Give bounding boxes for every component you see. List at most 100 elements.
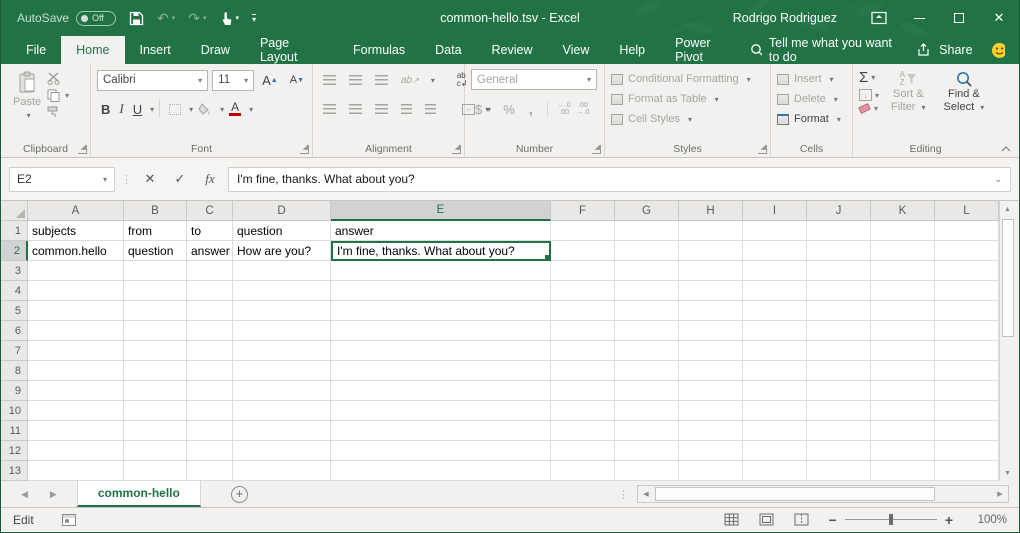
increase-indent-button[interactable] [421, 98, 440, 120]
scroll-up-icon[interactable]: ▲ [1000, 201, 1015, 217]
sheet-tab-common-hello[interactable]: common-hello [77, 481, 201, 507]
zoom-out-button[interactable]: − [829, 512, 837, 528]
undo-dropdown-icon[interactable]: ▾ [172, 14, 176, 22]
cell[interactable] [679, 441, 743, 461]
cell[interactable] [187, 361, 233, 381]
cell[interactable] [331, 461, 551, 481]
cell[interactable] [743, 221, 807, 241]
fill-button[interactable]: ↓▾ [859, 89, 879, 101]
name-box[interactable]: E2 ▾ [9, 167, 115, 192]
tab-formulas[interactable]: Formulas [338, 36, 420, 64]
cell[interactable] [551, 321, 615, 341]
cell[interactable] [679, 241, 743, 261]
cell[interactable] [551, 341, 615, 361]
cell[interactable] [679, 261, 743, 281]
conditional-formatting-button[interactable]: Conditional Formatting▾ [611, 69, 766, 89]
cell[interactable] [551, 281, 615, 301]
cell[interactable] [331, 441, 551, 461]
cell[interactable] [743, 301, 807, 321]
cell[interactable] [331, 381, 551, 401]
bottom-align-button[interactable] [371, 69, 392, 91]
cell[interactable] [615, 341, 679, 361]
font-size-select[interactable]: 11▾ [212, 70, 254, 91]
cell[interactable] [187, 441, 233, 461]
tab-home[interactable]: Home [61, 36, 124, 64]
fill-color-button[interactable] [194, 98, 216, 120]
row-header-9[interactable]: 9 [1, 381, 28, 401]
cell[interactable] [551, 381, 615, 401]
cell[interactable] [935, 221, 999, 241]
cell[interactable] [28, 341, 124, 361]
cell[interactable] [807, 321, 871, 341]
cell[interactable] [615, 441, 679, 461]
column-header-f[interactable]: F [551, 201, 615, 221]
row-header-8[interactable]: 8 [1, 361, 28, 381]
cell[interactable] [807, 361, 871, 381]
cell[interactable] [807, 461, 871, 481]
autosum-button[interactable]: Σ▾ [859, 69, 879, 86]
cell[interactable] [871, 461, 935, 481]
row-header-2-selected[interactable]: 2 [1, 241, 28, 261]
cell[interactable] [187, 261, 233, 281]
percent-button[interactable]: % [499, 98, 519, 120]
paste-button[interactable]: Paste ▾ [7, 69, 47, 122]
next-sheet-icon[interactable]: ▶ [50, 489, 57, 500]
cell[interactable] [187, 401, 233, 421]
align-center-button[interactable] [345, 98, 366, 120]
tab-view[interactable]: View [548, 36, 605, 64]
cell[interactable] [871, 321, 935, 341]
column-header-a[interactable]: A [28, 201, 124, 221]
active-cell-e2[interactable]: I'm fine, thanks. What about you? [331, 241, 551, 261]
scroll-down-icon[interactable]: ▼ [1000, 465, 1015, 481]
cell[interactable] [28, 381, 124, 401]
cell[interactable] [935, 301, 999, 321]
column-header-g[interactable]: G [615, 201, 679, 221]
cell[interactable] [615, 321, 679, 341]
row-header-12[interactable]: 12 [1, 441, 28, 461]
cell[interactable] [935, 401, 999, 421]
cell[interactable] [807, 401, 871, 421]
sort-filter-button[interactable]: AZ Sort & Filter ▾ [885, 69, 932, 116]
column-header-k[interactable]: K [871, 201, 935, 221]
cell[interactable] [233, 421, 331, 441]
number-dialog-launcher[interactable]: ◢ [592, 145, 601, 154]
cell[interactable] [807, 421, 871, 441]
cell[interactable] [935, 261, 999, 281]
horizontal-scrollbar[interactable]: ◀ ▶ [637, 485, 1009, 503]
column-header-e-selected[interactable]: E [331, 201, 551, 221]
borders-button[interactable] [165, 98, 185, 120]
customize-qat-icon[interactable]: ▾ [252, 14, 256, 23]
cell[interactable] [935, 341, 999, 361]
cell[interactable] [28, 261, 124, 281]
zoom-level[interactable]: 100% [973, 514, 1007, 526]
cell[interactable] [679, 421, 743, 441]
cell-d2[interactable]: How are you? [233, 241, 331, 261]
column-header-l[interactable]: L [935, 201, 999, 221]
cell[interactable] [807, 301, 871, 321]
cell[interactable] [935, 381, 999, 401]
cell[interactable] [331, 261, 551, 281]
vertical-scroll-thumb[interactable] [1002, 219, 1014, 337]
row-header-1[interactable]: 1 [1, 221, 28, 241]
cell[interactable] [551, 441, 615, 461]
cell[interactable] [871, 301, 935, 321]
cell[interactable] [743, 321, 807, 341]
tab-power-pivot[interactable]: Power Pivot [660, 36, 750, 64]
cell[interactable] [551, 221, 615, 241]
cell[interactable] [679, 361, 743, 381]
cell-a2[interactable]: common.hello [28, 241, 124, 261]
cell[interactable] [187, 281, 233, 301]
font-color-button[interactable]: A [225, 98, 245, 120]
cell[interactable] [124, 441, 187, 461]
cell[interactable] [871, 401, 935, 421]
tell-me-button[interactable]: Tell me what you want to do [750, 36, 899, 64]
alignment-dialog-launcher[interactable]: ◢ [452, 145, 461, 154]
cell[interactable] [331, 361, 551, 381]
expand-formula-bar-icon[interactable]: ⌄ [994, 174, 1002, 185]
tab-file[interactable]: File [11, 36, 61, 64]
cell[interactable] [679, 461, 743, 481]
feedback-smiley-icon[interactable] [991, 42, 1005, 59]
cell[interactable] [679, 281, 743, 301]
align-left-button[interactable] [319, 98, 340, 120]
cell[interactable] [679, 301, 743, 321]
